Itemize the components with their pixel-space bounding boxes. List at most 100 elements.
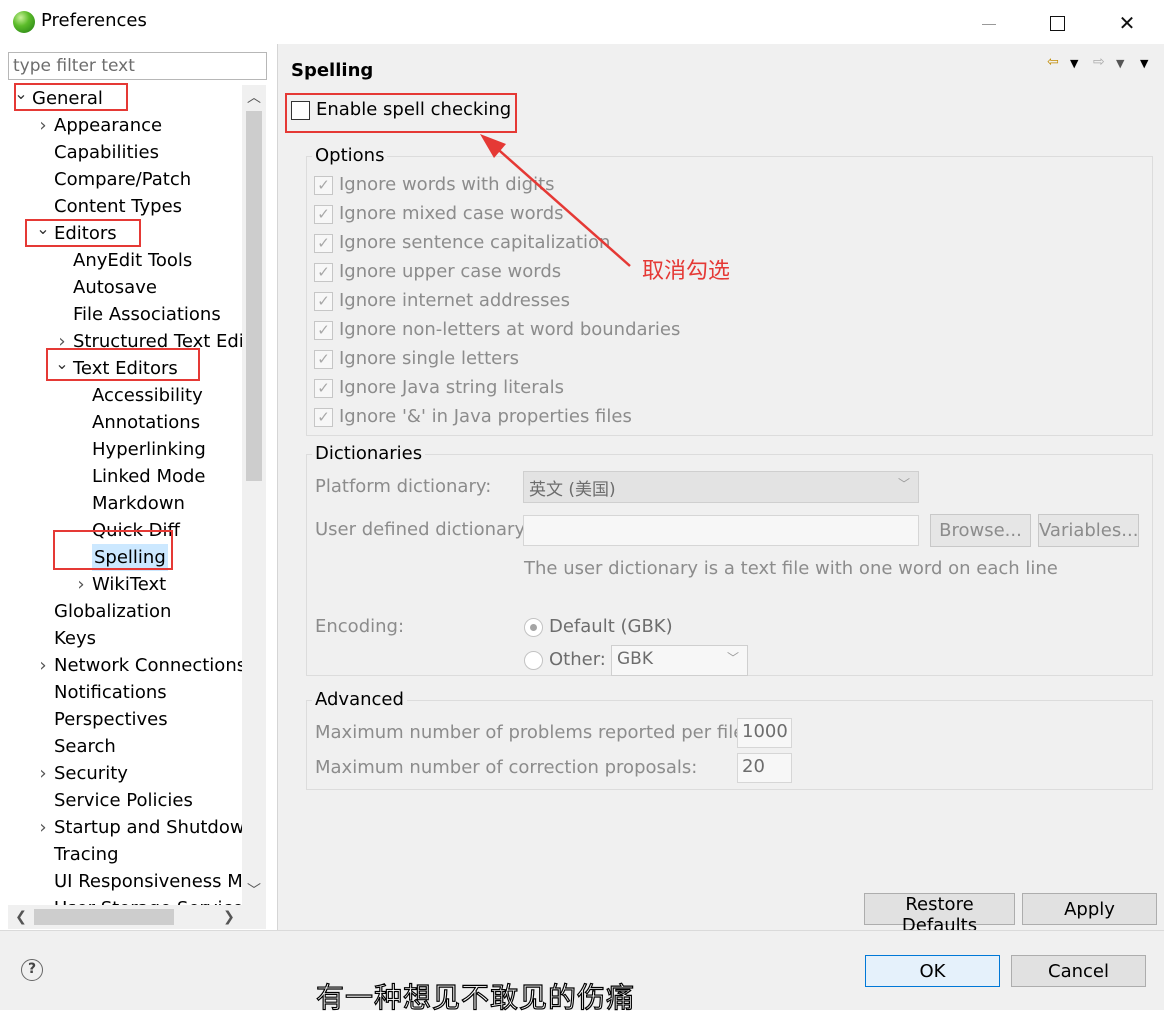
back-menu-icon[interactable]: ▼ — [1070, 57, 1078, 70]
scrollbar-thumb[interactable] — [34, 909, 174, 925]
cancel-button[interactable]: Cancel — [1011, 955, 1146, 987]
close-button[interactable]: ✕ — [1104, 8, 1150, 38]
options-group-title: Options — [312, 145, 388, 166]
highlight-spelling — [53, 530, 173, 570]
option-checkbox[interactable]: ✓ — [314, 379, 333, 398]
option-checkbox[interactable]: ✓ — [314, 321, 333, 340]
tree-item-label: Tracing — [54, 844, 119, 865]
tree-item[interactable]: › Network Connections — [8, 652, 242, 679]
option-checkbox[interactable]: ✓ — [314, 408, 333, 427]
maximize-button[interactable] — [1034, 8, 1080, 38]
tree-item-label: Perspectives — [54, 709, 168, 730]
minimize-button[interactable] — [966, 8, 1012, 38]
chevron-right-icon[interactable]: › — [74, 571, 88, 598]
ok-button[interactable]: OK — [865, 955, 1000, 987]
tree-item[interactable]: Perspectives — [8, 706, 242, 733]
tree-item[interactable]: AnyEdit Tools — [8, 247, 242, 274]
tree-item[interactable]: › Startup and Shutdowr — [8, 814, 242, 841]
chevron-down-icon: ﹀ — [897, 477, 910, 491]
tree-item-label: Search — [54, 736, 116, 757]
option-checkbox[interactable]: ✓ — [314, 176, 333, 195]
max-proposals-input[interactable]: 20 — [737, 753, 792, 783]
encoding-other-label: Other: — [549, 649, 606, 670]
max-problems-input[interactable]: 1000 — [737, 718, 792, 748]
forward-arrow-icon[interactable]: ⇨ — [1093, 54, 1105, 70]
restore-defaults-button[interactable]: Restore Defaults — [864, 893, 1015, 936]
tree-item[interactable]: › Appearance — [8, 112, 242, 139]
tree-item-label: AnyEdit Tools — [73, 250, 193, 271]
variables-button[interactable]: Variables... — [1038, 514, 1139, 547]
tree-item[interactable]: › WikiText — [8, 571, 242, 598]
tree-horizontal-scrollbar[interactable]: ❮ ❯ — [8, 905, 242, 929]
option-label: Ignore '&' in Java properties files — [339, 406, 632, 427]
forward-menu-icon[interactable]: ▼ — [1116, 57, 1124, 70]
tree-item[interactable]: Keys — [8, 625, 242, 652]
tree-item[interactable]: Globalization — [8, 598, 242, 625]
apply-button[interactable]: Apply — [1022, 893, 1157, 925]
encoding-other-value: GBK — [617, 649, 653, 669]
scroll-up-icon[interactable]: ︿ — [242, 87, 266, 109]
tree-item[interactable]: Markdown — [8, 490, 242, 517]
option-checkbox[interactable]: ✓ — [314, 263, 333, 282]
scrollbar-corner — [242, 905, 266, 929]
tree-item[interactable]: User Storage Service — [8, 895, 242, 905]
user-dictionary-hint: The user dictionary is a text file with … — [524, 558, 1058, 579]
tree-vertical-scrollbar[interactable]: ︿ ﹀ — [242, 85, 266, 905]
tree-item-label: UI Responsiveness Mo — [54, 871, 242, 892]
advanced-group-title: Advanced — [312, 689, 407, 710]
annotation-arrow — [480, 134, 631, 267]
view-menu-icon[interactable]: ▼ — [1140, 57, 1148, 70]
browse-button[interactable]: Browse... — [930, 514, 1031, 547]
tree-item[interactable]: Annotations — [8, 409, 242, 436]
chevron-right-icon[interactable]: › — [36, 112, 50, 139]
option-checkbox[interactable]: ✓ — [314, 292, 333, 311]
tree-item[interactable]: Search — [8, 733, 242, 760]
tree-item[interactable]: Notifications — [8, 679, 242, 706]
tree-item[interactable]: Linked Mode — [8, 463, 242, 490]
encoding-default-radio[interactable] — [524, 618, 543, 637]
tree-item-label: Notifications — [54, 682, 167, 703]
scrollbar-thumb[interactable] — [246, 111, 262, 481]
chevron-right-icon[interactable]: › — [36, 652, 50, 679]
tree-item-label: Autosave — [73, 277, 157, 298]
user-dictionary-input[interactable] — [523, 515, 919, 546]
tree-item[interactable]: Autosave — [8, 274, 242, 301]
scroll-right-icon[interactable]: ❯ — [218, 905, 240, 929]
tree-item[interactable]: Tracing — [8, 841, 242, 868]
tree-item-label: Content Types — [54, 196, 183, 217]
chevron-right-icon[interactable]: › — [36, 760, 50, 787]
tree-item[interactable]: UI Responsiveness Mo — [8, 868, 242, 895]
back-arrow-icon[interactable]: ⇦ — [1047, 54, 1059, 70]
option-checkbox[interactable]: ✓ — [314, 234, 333, 253]
tree-item-label: Keys — [54, 628, 97, 649]
user-dictionary-label: User defined dictionary: — [315, 519, 530, 540]
platform-dictionary-select[interactable]: 英文 (美国) ﹀ — [523, 471, 919, 503]
tree-item[interactable]: File Associations — [8, 301, 242, 328]
tree-item[interactable]: Hyperlinking — [8, 436, 242, 463]
tree-item-label: Markdown — [92, 493, 185, 514]
scroll-left-icon[interactable]: ❮ — [10, 905, 32, 929]
highlight-enable-spell-checking — [285, 93, 517, 133]
tree-item-label: Service Policies — [54, 790, 193, 811]
tree-item[interactable]: Capabilities — [8, 139, 242, 166]
tree-item[interactable]: Service Policies — [8, 787, 242, 814]
tree-item[interactable]: Content Types — [8, 193, 242, 220]
option-checkbox[interactable]: ✓ — [314, 350, 333, 369]
maximize-icon — [1049, 15, 1065, 31]
highlight-text-editors — [46, 348, 200, 381]
minimize-icon — [982, 23, 996, 25]
encoding-other-select[interactable]: GBK ﹀ — [611, 645, 748, 676]
close-icon: ✕ — [1118, 11, 1136, 35]
filter-input[interactable] — [8, 52, 267, 80]
option-checkbox[interactable]: ✓ — [314, 205, 333, 224]
tree-item-label: User Storage Service — [54, 895, 242, 905]
help-icon[interactable]: ? — [21, 959, 43, 981]
tree-item[interactable]: › Security — [8, 760, 242, 787]
platform-dictionary-label: Platform dictionary: — [315, 476, 492, 497]
encoding-other-radio[interactable] — [524, 651, 543, 670]
tree-item[interactable]: Accessibility — [8, 382, 242, 409]
option-label: Ignore Java string literals — [339, 377, 565, 398]
chevron-right-icon[interactable]: › — [36, 814, 50, 841]
tree-item[interactable]: Compare/Patch — [8, 166, 242, 193]
scroll-down-icon[interactable]: ﹀ — [242, 880, 266, 902]
